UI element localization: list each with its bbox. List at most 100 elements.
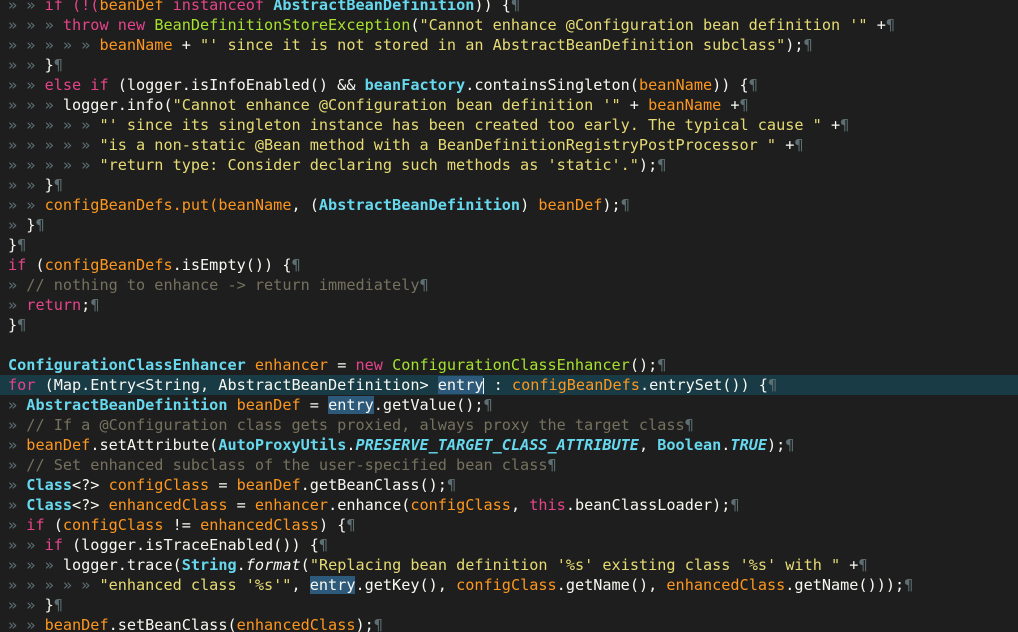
- code-line[interactable]: » » beanDef.setBeanClass(enhancedClass);…: [0, 615, 1018, 632]
- code-line[interactable]: » return;¶: [0, 295, 1018, 315]
- code-token: beanFactory: [364, 76, 466, 94]
- code-token: beanDef: [538, 196, 603, 214]
- code-line[interactable]: » // Set enhanced subclass of the user-s…: [0, 455, 1018, 475]
- whitespace-marker: »: [8, 456, 27, 474]
- code-token: ,: [510, 496, 530, 514]
- code-line[interactable]: » » » logger.info("Cannot enhance @Confi…: [0, 95, 1018, 115]
- code-line[interactable]: » » » » » beanName + "' since it is not …: [0, 35, 1018, 55]
- code-token: , (: [291, 196, 319, 214]
- code-token: :: [484, 376, 512, 394]
- code-token: (: [35, 256, 45, 274]
- code-line[interactable]: » » }¶: [0, 595, 1018, 615]
- code-token: (: [53, 516, 63, 534]
- code-token: =: [300, 396, 329, 414]
- code-token: beanDef: [236, 476, 301, 494]
- code-line[interactable]: » » configBeanDefs.put(beanName, (Abstra…: [0, 195, 1018, 215]
- code-line[interactable]: » // If a @Configuration class gets prox…: [0, 415, 1018, 435]
- code-line[interactable]: » » }¶: [0, 55, 1018, 75]
- whitespace-marker: ¶: [730, 496, 740, 514]
- code-line[interactable]: » » }¶: [0, 175, 1018, 195]
- whitespace-marker: ¶: [885, 16, 895, 34]
- whitespace-marker: » » »: [8, 96, 63, 114]
- code-token: configClass: [410, 496, 511, 514]
- code-token: );: [785, 36, 804, 54]
- whitespace-marker: » » »: [8, 556, 63, 574]
- whitespace-marker: ¶: [17, 316, 27, 334]
- code-token: beanName: [99, 36, 173, 54]
- code-token: .getKey(),: [355, 576, 457, 594]
- code-line[interactable]: » Class<?> configClass = beanDef.getBean…: [0, 475, 1018, 495]
- code-token: .enhance(: [328, 496, 411, 514]
- code-token: for: [8, 376, 45, 394]
- code-token: (Map.Entry<String, AbstractBeanDefinitio…: [44, 376, 438, 394]
- code-token: "is a non-static @Bean method with a Bea…: [99, 136, 777, 154]
- code-token: if: [44, 536, 73, 554]
- code-token: AbstractBeanDefinition: [26, 396, 237, 414]
- code-token: ): [520, 196, 539, 214]
- code-line[interactable]: » beanDef.setAttribute(AutoProxyUtils.PR…: [0, 435, 1018, 455]
- whitespace-marker: ¶: [858, 556, 868, 574]
- code-line[interactable]: » if (configClass != enhancedClass) {¶: [0, 515, 1018, 535]
- code-token: if: [8, 256, 36, 274]
- code-token: <?>: [72, 496, 109, 514]
- code-line[interactable]: ConfigurationClassEnhancer enhancer = ne…: [0, 355, 1018, 375]
- whitespace-marker: ¶: [739, 96, 749, 114]
- whitespace-marker: ¶: [657, 156, 667, 174]
- code-token: .getBeanClass();: [300, 476, 447, 494]
- code-line[interactable]: » }¶: [0, 215, 1018, 235]
- code-token: TRUE: [730, 436, 767, 454]
- whitespace-marker: » » » » »: [8, 156, 100, 174]
- code-line[interactable]: }¶: [0, 235, 1018, 255]
- code-line[interactable]: » » if (logger.isTraceEnabled()) {¶: [0, 535, 1018, 555]
- whitespace-marker: ¶: [483, 396, 493, 414]
- code-line[interactable]: » » » logger.trace(String.format("Replac…: [0, 555, 1018, 575]
- code-token: this: [529, 496, 566, 514]
- code-editor[interactable]: » » if (!(beanDef instanceof AbstractBea…: [0, 0, 1018, 632]
- whitespace-marker: » » »: [8, 16, 63, 34]
- code-line[interactable]: » » » » » "return type: Consider declari…: [0, 155, 1018, 175]
- code-token: }: [44, 596, 54, 614]
- code-line[interactable]: » » » throw new BeanDefinitionStoreExcep…: [0, 15, 1018, 35]
- code-token: .: [346, 436, 356, 454]
- highlighted-occurrence: entry: [437, 376, 484, 394]
- code-line[interactable]: » » if (!(beanDef instanceof AbstractBea…: [0, 0, 1018, 15]
- whitespace-marker: » »: [8, 0, 45, 14]
- code-token: =: [227, 496, 255, 514]
- whitespace-marker: » »: [8, 616, 45, 632]
- code-token: .containsSingleton(: [465, 76, 639, 94]
- whitespace-marker: ¶: [840, 116, 850, 134]
- code-token: enhancedClass: [236, 616, 356, 632]
- whitespace-marker: » » » » »: [8, 576, 100, 594]
- code-token: =: [209, 476, 237, 494]
- code-line[interactable]: » » » » » "' since its singleton instanc…: [0, 115, 1018, 135]
- whitespace-marker: ¶: [767, 376, 778, 394]
- code-line-current[interactable]: for (Map.Entry<String, AbstractBeanDefin…: [0, 375, 1018, 395]
- code-token: format: [245, 556, 301, 574]
- code-line[interactable]: if (configBeanDefs.isEmpty()) {¶: [0, 255, 1018, 275]
- code-line[interactable]: » // nothing to enhance -> return immedi…: [0, 275, 1018, 295]
- code-line[interactable]: » » else if (logger.isInfoEnabled() && b…: [0, 75, 1018, 95]
- code-line[interactable]: }¶: [0, 315, 1018, 335]
- whitespace-marker: » » » » »: [8, 136, 100, 154]
- code-line[interactable]: » Class<?> enhancedClass = enhancer.enha…: [0, 495, 1018, 515]
- code-token: .getName(),: [556, 576, 667, 594]
- code-line[interactable]: » » » » » "enhanced class '%s'", entry.g…: [0, 575, 1018, 595]
- code-line[interactable]: [0, 335, 1018, 355]
- code-token: );: [767, 436, 786, 454]
- whitespace-marker: ¶: [446, 476, 457, 494]
- code-token: configBeanDefs: [511, 376, 640, 394]
- code-line[interactable]: » » » » » "is a non-static @Bean method …: [0, 135, 1018, 155]
- code-token: Class: [26, 476, 73, 494]
- code-token: );: [602, 196, 621, 214]
- code-token: // nothing to enhance -> return immediat…: [26, 276, 420, 294]
- whitespace-marker: ¶: [291, 256, 301, 274]
- code-line[interactable]: » AbstractBeanDefinition beanDef = entry…: [0, 395, 1018, 415]
- whitespace-marker: ¶: [35, 216, 45, 234]
- code-token: throw new: [62, 16, 155, 34]
- code-token: configClass: [62, 516, 164, 534]
- code-token: }: [8, 236, 18, 254]
- code-token: ) {: [318, 516, 347, 534]
- code-token: (logger.isTraceEnabled()) {: [72, 536, 319, 554]
- code-token: // Set enhanced subclass of the user-spe…: [26, 456, 548, 474]
- whitespace-marker: ¶: [748, 76, 758, 94]
